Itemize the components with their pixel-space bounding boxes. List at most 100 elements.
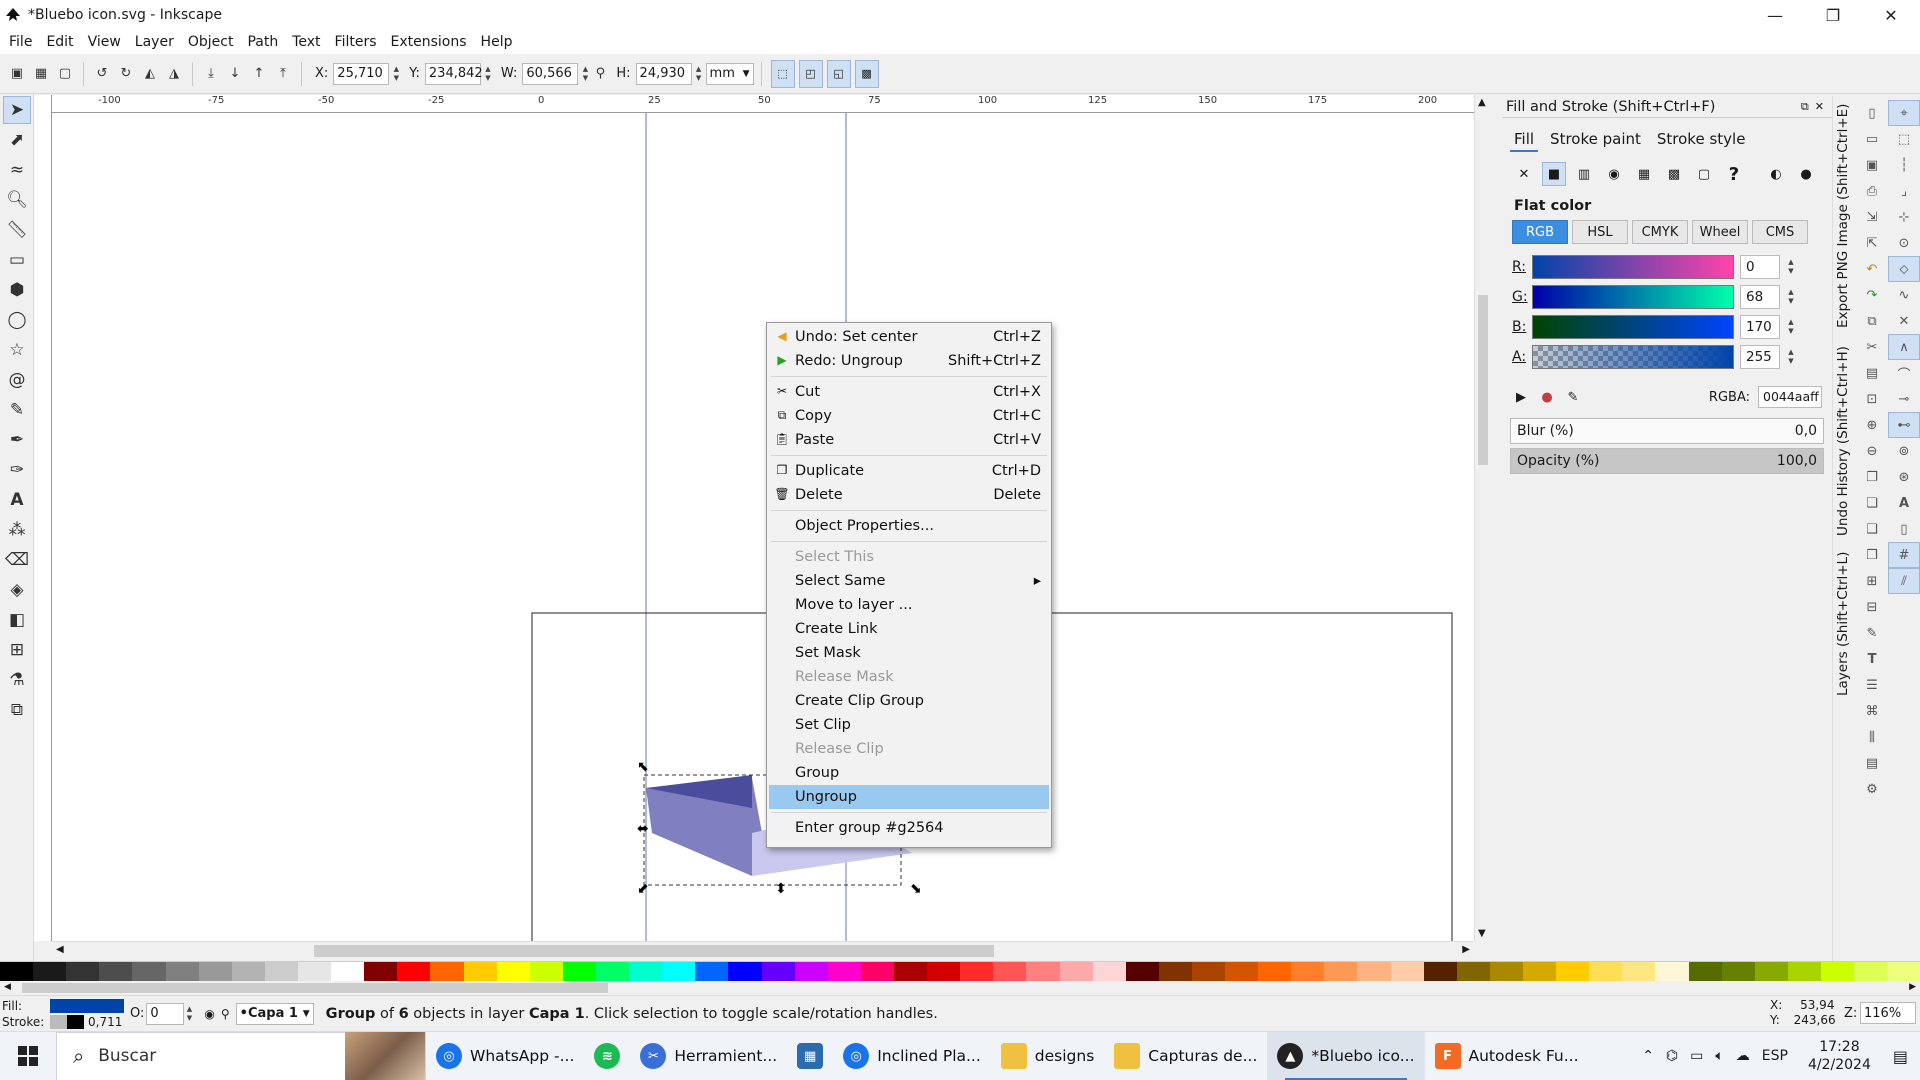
import-icon[interactable]: ⇲ [1856,204,1888,230]
print-icon[interactable]: ⎙ [1856,178,1888,204]
tab-undo-history[interactable]: Undo History (Shift+Ctrl+H) [1835,346,1851,536]
palette-swatch[interactable] [761,962,795,982]
fill-stroke-indicator[interactable]: 0,711 [50,998,124,1029]
palette-swatch[interactable] [1887,962,1920,982]
palette-swatch[interactable] [1158,962,1192,982]
battery-icon[interactable]: ▭ [1690,1048,1703,1064]
menu-filters[interactable]: Filters [328,34,384,50]
fill-stroke-dialog-icon[interactable]: ✎ [1856,620,1888,646]
scroll-up-icon[interactable]: ▲ [1478,97,1486,108]
zoom-input[interactable]: 116% [1860,1002,1916,1024]
panel-close-icon[interactable]: ✕ [1815,100,1824,113]
close-button[interactable]: ✕ [1862,0,1920,30]
node-tool-icon[interactable]: ⬈ [3,126,31,154]
unit-select[interactable]: mm ▼ [705,62,754,85]
scroll-down-icon[interactable]: ▼ [1478,928,1486,939]
move-gradients-toggle-icon[interactable]: ◱ [826,59,851,88]
star-tool-icon[interactable]: ☆ [3,336,31,364]
menu-item-undo[interactable]: ◀ Undo: Set center Ctrl+Z [769,325,1049,349]
taskbar-app-fusion[interactable]: F Autodesk Fu... [1425,1032,1589,1080]
snap-text-baseline-icon[interactable]: A [1888,490,1920,516]
opacity-input[interactable]: 0 [146,1002,185,1025]
menu-item-set-clip[interactable]: Set Clip [769,713,1049,737]
tab-cmyk[interactable]: CMYK [1632,220,1688,244]
palette-swatch[interactable] [231,962,265,982]
horizontal-scrollbar[interactable]: ◀ ▶ [52,941,1474,959]
palette-swatch[interactable] [1688,962,1722,982]
ungroup-icon[interactable]: ⊟ [1856,594,1888,620]
palette-swatch[interactable] [1225,962,1259,982]
palette-swatch[interactable] [33,962,67,982]
snap-line-midpoint-icon[interactable]: ⊸ [1888,386,1920,412]
menu-item-create-clip-group[interactable]: Create Clip Group [769,689,1049,713]
layer-visibility-icon[interactable]: ◉ [204,1007,214,1021]
copy-icon[interactable]: ⧉ [1856,308,1888,334]
menu-item-set-mask[interactable]: Set Mask [769,641,1049,665]
layers-dialog-icon[interactable]: ☰ [1856,672,1888,698]
palette-swatch[interactable] [728,962,762,982]
zoom-drawing-icon[interactable]: ⊕ [1856,412,1888,438]
rotate-cw-icon[interactable]: ↻ [115,63,137,85]
scroll-right-icon[interactable]: ▶ [1909,982,1916,992]
palette-swatch[interactable] [1589,962,1623,982]
palette-swatch[interactable] [794,962,828,982]
palette-swatch[interactable] [66,962,100,982]
palette-swatch[interactable] [463,962,497,982]
text-font-dialog-icon[interactable]: T [1856,646,1888,672]
opacity-slider[interactable]: Opacity (%) 100,0 [1510,448,1824,474]
snap-center-icon[interactable]: ⊙ [1888,230,1920,256]
tab-rgb[interactable]: RGB [1512,220,1568,244]
blue-input[interactable]: 170 [1740,315,1780,339]
select-all-icon[interactable]: ▣ [6,63,28,85]
palette-swatch[interactable] [993,962,1027,982]
open-file-icon[interactable]: ▭ [1856,126,1888,152]
palette-swatch[interactable] [1622,962,1656,982]
palette-swatch[interactable] [960,962,994,982]
alpha-spinner[interactable]: ▲ ▼ [1786,346,1796,368]
zoom-tool-icon[interactable]: 🔍︎ [3,186,31,214]
taskbar-app-whatsapp[interactable]: ◎ WhatsApp -... [426,1032,584,1080]
tab-stroke-paint[interactable]: Stroke paint [1546,128,1645,152]
snap-object-center-icon[interactable]: ⊚ [1888,438,1920,464]
zoom-page-icon[interactable]: ⊖ [1856,438,1888,464]
menu-extensions[interactable]: Extensions [384,34,474,50]
palette-swatch[interactable] [629,962,663,982]
group-icon[interactable]: ⊞ [1856,568,1888,594]
align-distribute-icon[interactable]: ⫼ [1856,724,1888,750]
menu-item-move-to-layer[interactable]: Move to layer ... [769,593,1049,617]
box-3d-tool-icon[interactable]: ⬢ [3,276,31,304]
tab-stroke-style[interactable]: Stroke style [1653,128,1750,152]
preferences-icon[interactable]: ⚙ [1856,776,1888,802]
no-paint-icon[interactable]: ✕ [1512,162,1536,186]
menu-path[interactable]: Path [240,34,285,50]
flip-horizontal-icon[interactable]: ◭ [139,63,161,85]
palette-scroll-thumb[interactable] [22,983,608,993]
maximize-button[interactable]: ❐ [1804,0,1862,30]
palette-swatch[interactable] [595,962,630,982]
menu-file[interactable]: File [2,34,39,50]
palette-swatch[interactable] [1092,962,1126,982]
palette-swatch[interactable] [430,962,464,982]
snap-guide-icon[interactable]: ⫽ [1888,568,1920,594]
palette-swatch[interactable] [1754,962,1788,982]
new-document-icon[interactable]: ▯ [1856,100,1888,126]
alpha-input[interactable]: 255 [1740,345,1780,369]
palette-swatch[interactable] [1787,962,1822,982]
red-spinner[interactable]: ▲ ▼ [1786,256,1796,278]
x-input[interactable]: 25,710 [333,62,390,85]
lower-to-bottom-icon[interactable]: ⤓ [200,63,222,85]
spray-tool-icon[interactable]: ⁂ [3,516,31,544]
lower-icon[interactable]: ↓ [224,63,246,85]
green-spinner[interactable]: ▲ ▼ [1786,286,1796,308]
mesh-tool-icon[interactable]: ⊞ [3,636,31,664]
palette-swatch[interactable] [1026,962,1060,982]
raise-icon[interactable]: ↑ [248,63,270,85]
palette-swatch[interactable] [0,962,34,982]
menu-item-cut[interactable]: ✂ Cut Ctrl+X [769,380,1049,404]
palette-swatch[interactable] [1655,962,1689,982]
palette-swatch[interactable] [496,962,530,982]
stroke-swatch[interactable] [50,1014,84,1029]
palette-swatch[interactable] [695,962,729,982]
scroll-left-icon[interactable]: ◀ [56,944,64,955]
menu-view[interactable]: View [81,34,128,50]
